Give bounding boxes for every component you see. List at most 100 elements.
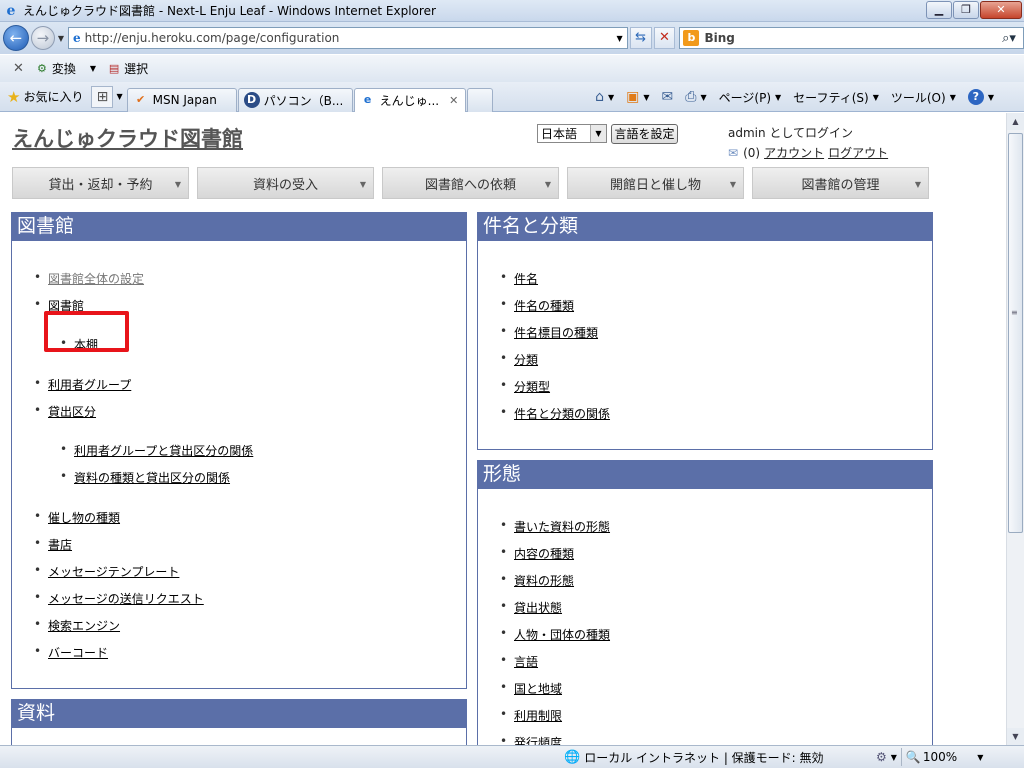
vertical-scrollbar[interactable]: ▲ ≡ ▼ <box>1006 113 1024 745</box>
use-restrictions-link[interactable]: 利用制限 <box>514 709 562 723</box>
material-checkout-link[interactable]: 資料の種類と貸出区分の関係 <box>74 471 230 485</box>
home-dropdown-icon[interactable]: ▼ <box>608 93 614 102</box>
select-button[interactable]: ▤ 選択 <box>106 60 148 77</box>
stop-icon: ✕ <box>659 30 670 45</box>
language-select-value: 日本語 <box>541 127 578 141</box>
frequencies-link[interactable]: 発行頻度 <box>514 736 562 745</box>
scroll-thumb[interactable] <box>1008 133 1023 533</box>
page-menu[interactable]: ページ(P) ▼ <box>719 89 782 106</box>
stop-button[interactable]: ✕ <box>653 27 676 49</box>
barcodes-link[interactable]: バーコード <box>48 646 108 660</box>
history-dropdown-icon[interactable]: ▼ <box>58 34 64 43</box>
language-select[interactable]: 日本語 ▼ <box>537 124 607 143</box>
back-button[interactable]: ← <box>3 25 29 51</box>
menu-events[interactable]: 開館日と催し物 ▼ <box>567 167 744 199</box>
panel-title: 件名と分類 <box>478 213 932 241</box>
carrier-types-link[interactable]: 書いた資料の形態 <box>514 520 610 534</box>
convert-icon: ⚙ <box>36 61 47 75</box>
message-count[interactable]: (0) <box>743 146 760 160</box>
quick-tabs-button[interactable]: ⊞ <box>91 85 114 108</box>
site-title-link[interactable]: えんじゅクラウド図書館 <box>12 123 243 153</box>
menu-admin[interactable]: 図書館の管理 ▼ <box>752 167 929 199</box>
bookstores-link[interactable]: 書店 <box>48 538 72 552</box>
library-settings-link[interactable]: 図書館全体の設定 <box>48 272 144 286</box>
restore-button[interactable]: ❐ <box>953 1 979 19</box>
agent-types-link[interactable]: 人物・団体の種類 <box>514 628 610 642</box>
print-button[interactable]: ⎙ ▼ <box>685 89 706 105</box>
ie-logo-icon: e <box>6 2 16 19</box>
user-groups-link[interactable]: 利用者グループ <box>48 378 131 392</box>
settings-dropdown-icon[interactable]: ▼ <box>891 753 897 762</box>
manifestation-forms-link[interactable]: 資料の形態 <box>514 574 574 588</box>
tools-menu[interactable]: ツール(O) ▼ <box>891 89 956 106</box>
favorites-button[interactable]: ★ お気に入り <box>7 88 83 106</box>
help-button[interactable]: ? ▼ <box>967 89 994 105</box>
close-window-button[interactable]: ✕ <box>980 1 1022 19</box>
set-language-button[interactable]: 言語を設定 <box>611 124 678 144</box>
compat-refresh-button[interactable]: ⇆ <box>629 27 652 49</box>
list-item: メッセージの送信リクエスト <box>34 590 204 607</box>
forward-button[interactable]: → <box>30 26 55 50</box>
favorites-label: お気に入り <box>23 90 84 104</box>
select-label: 選択 <box>124 62 149 76</box>
account-link[interactable]: アカウント <box>764 144 824 161</box>
tab-msn[interactable]: ✔ MSN Japan <box>126 87 237 112</box>
convert-dropdown-icon[interactable]: ▼ <box>90 64 96 73</box>
checkout-types-link[interactable]: 貸出区分 <box>48 405 96 419</box>
classifications-link[interactable]: 分類 <box>514 353 538 367</box>
tab-enju[interactable]: e えんじゅ... ✕ <box>353 87 466 112</box>
message-mail-icon[interactable]: ✉ <box>728 146 738 160</box>
countries-link[interactable]: 国と地域 <box>514 682 562 696</box>
minimize-icon: ▁ <box>934 3 944 16</box>
security-zone[interactable]: 🌐 ローカル イントラネット | 保護モード: 無効 <box>564 749 824 766</box>
menu-request[interactable]: 図書館への依頼 ▼ <box>382 167 559 199</box>
menu-label: 図書館への依頼 <box>424 177 516 193</box>
subjects-link[interactable]: 件名 <box>514 272 538 286</box>
menu-checkout[interactable]: 貸出・返却・予約 ▼ <box>12 167 189 199</box>
scroll-down-icon[interactable]: ▼ <box>1007 728 1024 745</box>
address-dropdown-icon[interactable]: ▼ <box>613 34 627 43</box>
list-item: 資料の種類と貸出区分の関係 <box>60 469 230 486</box>
msn-icon: ✔ <box>136 93 146 106</box>
menu-label: 貸出・返却・予約 <box>48 177 153 193</box>
read-mail-button[interactable]: ✉ <box>662 89 674 105</box>
safety-menu[interactable]: セーフティ(S) ▼ <box>793 89 879 106</box>
feeds-button[interactable]: ▣ ▼ <box>626 89 649 105</box>
search-icon[interactable]: ⌕▾ <box>995 31 1023 46</box>
address-bar[interactable]: e http://enju.heroku.com/page/configurat… <box>67 27 628 49</box>
minimize-button[interactable]: ▁ <box>926 1 952 19</box>
tab-list-dropdown-icon[interactable]: ▼ <box>116 92 122 101</box>
subject-types-link[interactable]: 件名の種類 <box>514 299 574 313</box>
scroll-up-icon[interactable]: ▲ <box>1007 113 1024 130</box>
subject-classification-link[interactable]: 件名と分類の関係 <box>514 407 610 421</box>
close-toolbar-icon[interactable]: ✕ <box>13 61 24 76</box>
home-button[interactable]: ⌂ ▼ <box>595 89 614 105</box>
tab-pasokon[interactable]: D パソコン（B... <box>237 87 353 112</box>
search-input[interactable]: Bing <box>704 31 995 45</box>
close-tab-icon[interactable]: ✕ <box>449 94 458 107</box>
event-categories-link[interactable]: 催し物の種類 <box>48 511 120 525</box>
message-requests-link[interactable]: メッセージの送信リクエスト <box>48 592 204 606</box>
convert-button[interactable]: ⚙ 変換 ▼ <box>34 60 96 77</box>
chevron-down-icon[interactable]: ▼ <box>590 125 606 142</box>
classification-types-link[interactable]: 分類型 <box>514 380 550 394</box>
search-box[interactable]: b Bing ⌕▾ <box>679 27 1024 49</box>
circulation-statuses-link[interactable]: 貸出状態 <box>514 601 562 615</box>
search-engines-link[interactable]: 検索エンジン <box>48 619 120 633</box>
feed-dropdown-icon[interactable]: ▼ <box>643 93 649 102</box>
content-types-link[interactable]: 内容の種類 <box>514 547 574 561</box>
menu-acquisition[interactable]: 資料の受入 ▼ <box>197 167 374 199</box>
zoom-control[interactable]: ⚙ ▼ 🔍 100% ▼ <box>876 748 983 766</box>
print-dropdown-icon[interactable]: ▼ <box>700 93 706 102</box>
address-url[interactable]: http://enju.heroku.com/page/configuratio… <box>85 31 613 45</box>
user-group-checkout-link[interactable]: 利用者グループと貸出区分の関係 <box>74 444 253 458</box>
list-item: 検索エンジン <box>34 617 120 634</box>
languages-link[interactable]: 言語 <box>514 655 538 669</box>
logout-link[interactable]: ログアウト <box>828 144 888 161</box>
subject-heading-types-link[interactable]: 件名標目の種類 <box>514 326 598 340</box>
message-templates-link[interactable]: メッセージテンプレート <box>48 565 179 579</box>
safety-dropdown-icon: ▼ <box>872 92 879 102</box>
zoom-dropdown-icon[interactable]: ▼ <box>977 753 983 762</box>
new-tab-button[interactable] <box>466 87 493 112</box>
help-dropdown-icon[interactable]: ▼ <box>988 93 994 102</box>
